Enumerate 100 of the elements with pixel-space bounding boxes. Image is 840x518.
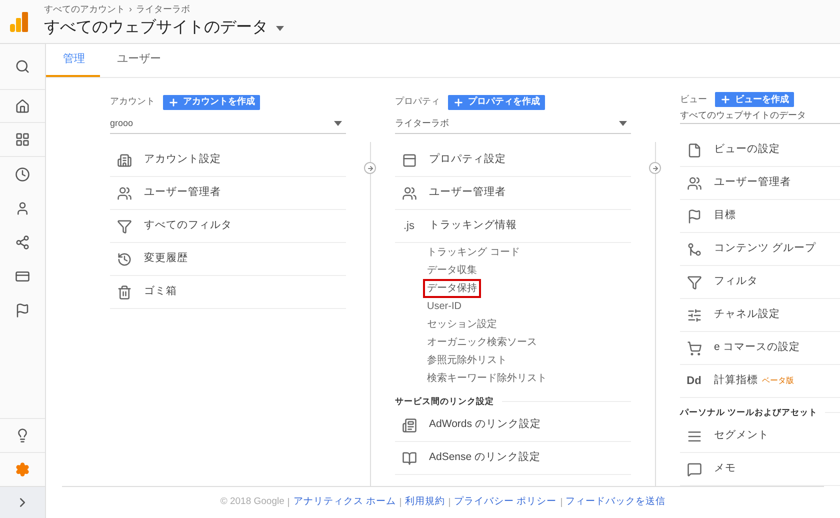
menu-item[interactable]: コンテンツ グループ [680,233,840,266]
copyright-text: © 2018 Google [220,495,284,510]
item-label: セグメント [714,428,769,444]
tab[interactable]: 管理 [46,44,100,77]
footer-link[interactable]: フィードバックを送信 [566,495,666,510]
menu-item[interactable]: チャネル設定 [680,299,840,332]
users-icon [116,186,132,200]
cart-icon [686,340,702,356]
history-icon [116,252,132,266]
sub-menu-item[interactable]: User-ID [423,296,466,316]
section-heading: サービス間のリンク設定 [395,394,494,408]
menu-item[interactable]: AdWords のリンク設定 [395,409,631,442]
tab[interactable]: ユーザー [100,44,178,77]
select-dropdown[interactable]: ライターラボ [395,114,631,134]
icon-label: .js [404,218,414,234]
item-label: トラッキング情報 [429,218,517,234]
plus-icon [453,96,464,108]
item-label: ユーザー管理者 [144,185,221,200]
sub-menu-item[interactable]: オーガニック検索ソース [423,332,541,352]
trash-icon [116,284,132,300]
menu-item[interactable]: メモ [680,453,840,486]
person-icon [15,200,30,216]
item-label: e コマースの設定 [714,340,800,356]
item-label: 変更履歴 [144,251,188,266]
menu-item[interactable]: ビューの設定 [680,134,840,167]
footer-link[interactable]: 利用規約 [405,495,446,510]
item-label: 目標 [714,208,736,224]
menu-item[interactable]: ユーザー管理者 [110,177,346,210]
item-label: プロパティ設定 [429,152,506,168]
item-label: ユーザー管理者 [714,175,791,190]
menu-item[interactable]: セグメント [680,420,840,453]
flag-icon [686,208,702,224]
footer-link[interactable]: プライバシー ポリシー [454,495,557,510]
menu-item[interactable]: ユーザー管理者 [395,177,631,210]
breadcrumb-separator: › [129,2,132,16]
menu-item[interactable]: ゴミ箱 [110,276,346,309]
menu-item[interactable]: すべてのフィルタ [110,210,346,243]
menu-item[interactable]: プロパティ設定 [395,144,631,177]
flag-icon [15,302,30,318]
filter-icon [116,218,132,234]
footer-link[interactable]: アナリティクス ホーム [293,495,396,510]
sub-menu-item[interactable]: データ収集 [423,260,481,280]
column-label: アカウント [110,95,155,108]
segment-icon [686,428,702,444]
menu-item[interactable]: ユーザー管理者 [680,167,840,200]
item-label: メモ [714,461,736,476]
note-icon [686,462,702,476]
plus-icon [720,94,731,105]
dashboard-icon [15,132,30,147]
dropdown-arrow-icon [619,121,627,126]
home-icon [15,98,30,114]
breadcrumb-link[interactable]: ライターラボ [136,2,190,16]
dropdown-arrow-icon [334,121,342,126]
column-label: ビュー [680,92,707,106]
item-label: コンテンツ グループ [714,241,816,256]
item-label: すべてのフィルタ [144,218,232,234]
item-label: AdSense のリンク設定 [429,450,541,466]
sub-menu-item[interactable]: 検索キーワード除外リスト [423,368,551,388]
item-label: AdWords のリンク設定 [429,417,541,432]
menu-item[interactable]: e コマースの設定 [680,332,840,365]
layout-icon [402,152,416,168]
breadcrumb-link[interactable]: すべてのアカウント [44,2,125,16]
column-label: プロパティ [395,95,440,108]
item-label: ゴミ箱 [144,284,177,300]
menu-item[interactable]: .js トラッキング情報 [395,210,631,243]
file-icon [686,142,702,158]
item-label: ビューの設定 [714,142,780,158]
building-icon [116,152,132,168]
icon-label: Dd [686,374,702,389]
beta-label: ベータ版 [762,375,794,387]
filter-icon [686,274,702,290]
merge-icon [686,242,702,256]
menu-item[interactable]: フィルタ [680,266,840,299]
plus-icon [168,96,179,108]
sub-menu-item[interactable]: 参照元除外リスト [423,350,511,370]
create-button[interactable]: アカウントを作成 [163,94,260,110]
sub-menu-item[interactable]: トラッキング コード [423,242,524,262]
select-dropdown[interactable]: すべてのウェブサイトのデータ [680,109,840,124]
sub-menu-item[interactable]: セッション設定 [423,314,501,334]
select-dropdown[interactable]: grooo [110,114,346,134]
settings-icon [15,462,30,477]
item-label: ユーザー管理者 [429,185,506,200]
item-label: フィルタ [714,274,758,290]
item-label: アカウント設定 [144,152,221,168]
create-button[interactable]: ビューを作成 [715,92,794,107]
book-icon [402,450,416,466]
menu-item[interactable]: 変更履歴 [110,243,346,276]
search-icon [15,59,30,74]
item-label: チャネル設定 [714,307,780,322]
menu-item[interactable]: AdSense のリンク設定 [395,442,631,475]
menu-item[interactable]: 目標 [680,200,840,233]
branch-icon [15,234,30,250]
section-heading: パーソナル ツールおよびアセット [680,406,818,418]
view-selector[interactable]: すべてのウェブサイトのデータ [44,16,284,40]
item-label: 計算指標 [714,373,758,388]
clock-icon [15,166,30,182]
menu-item[interactable]: アカウント設定 [110,144,346,177]
menu-item[interactable]: Dd 計算指標 ベータ版 [680,365,840,398]
create-button[interactable]: プロパティを作成 [448,94,545,110]
sub-menu-item[interactable]: データ保持 [423,278,481,298]
